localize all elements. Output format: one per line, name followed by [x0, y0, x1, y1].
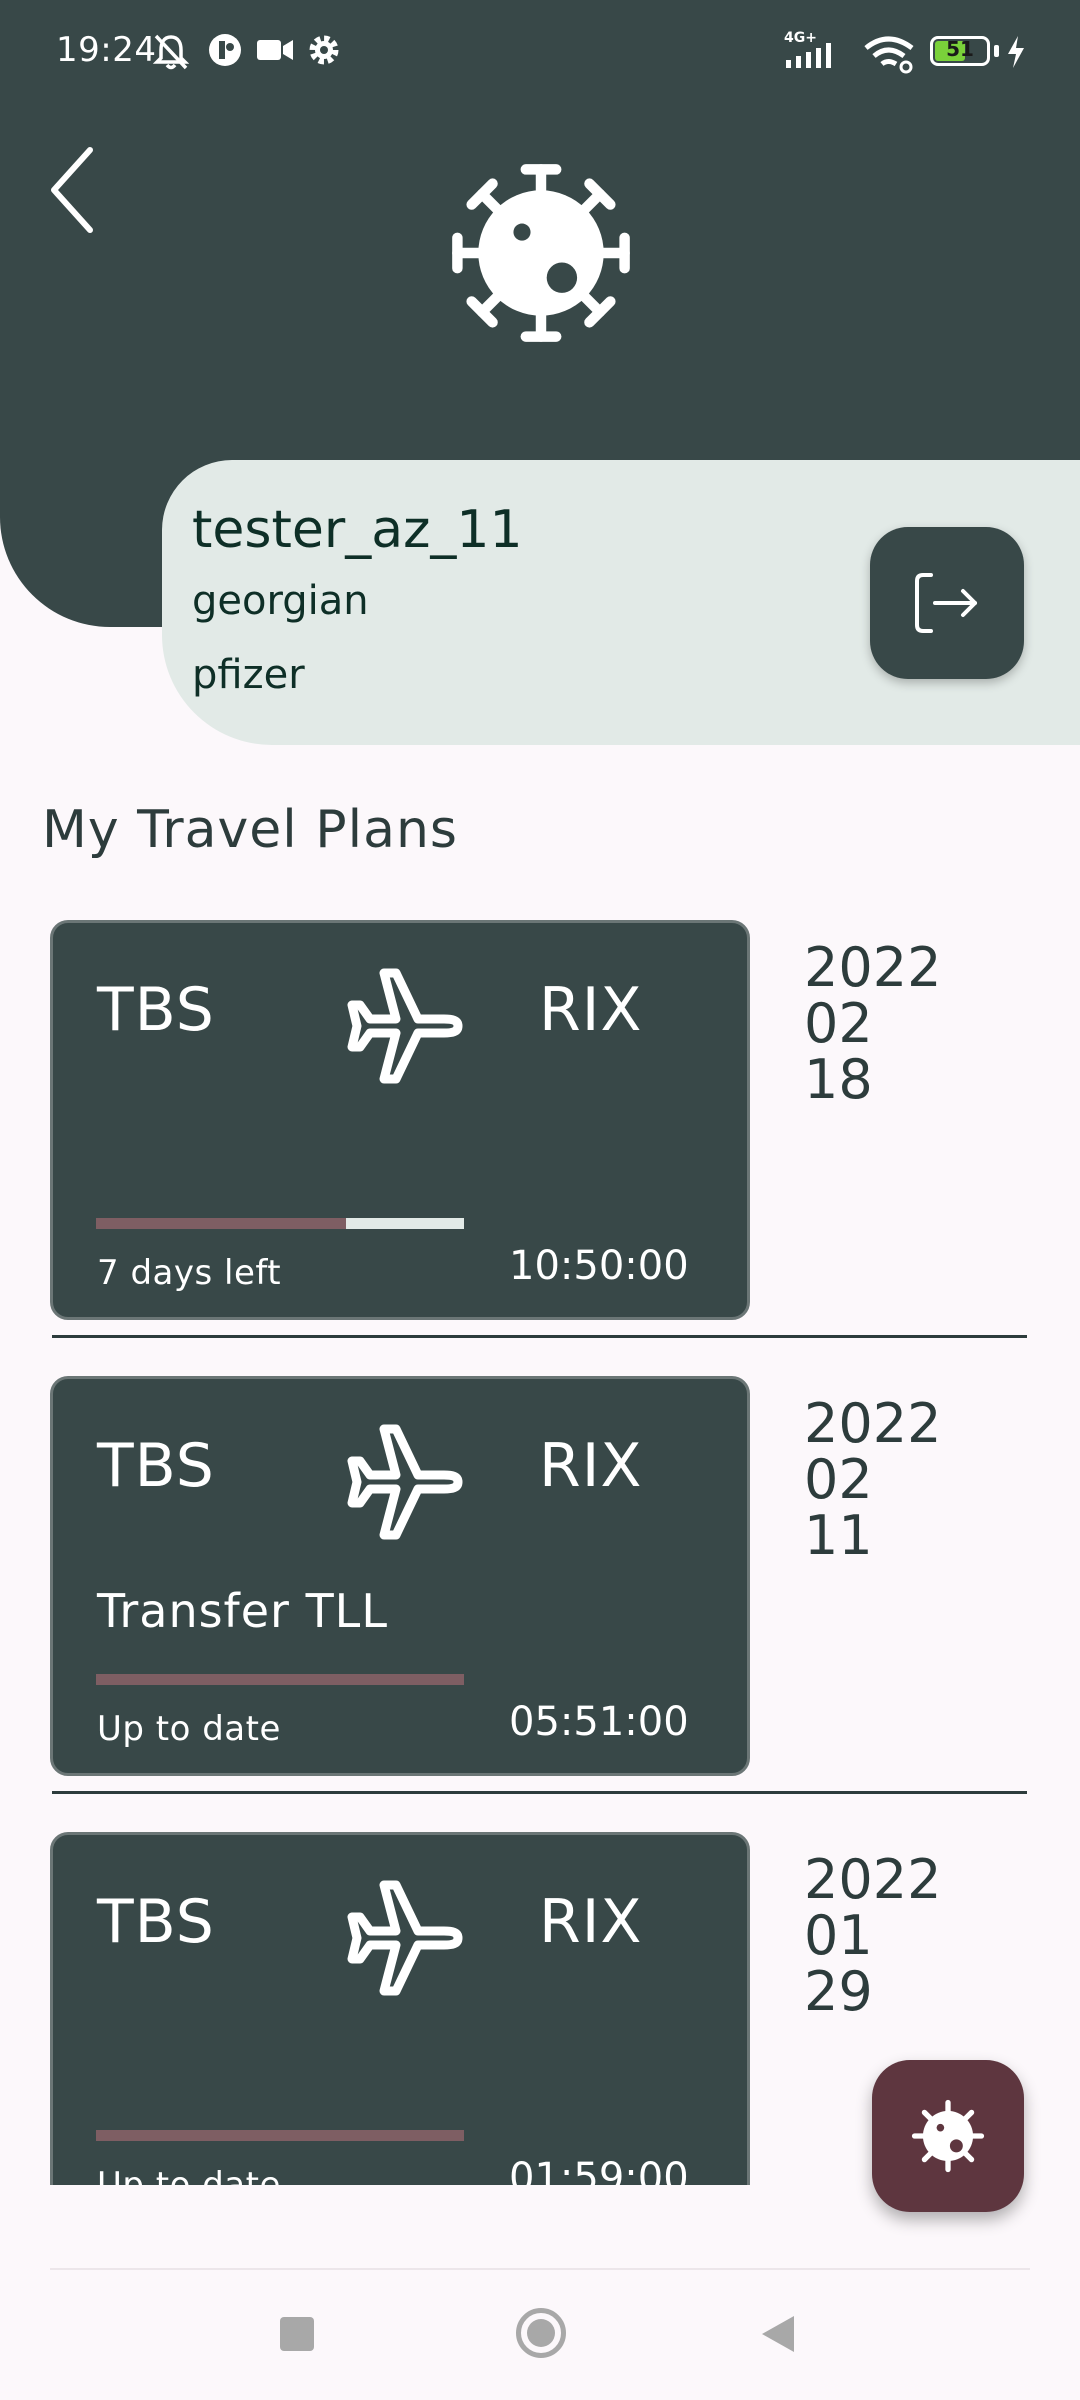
trip-date-year: 2022 [804, 1848, 942, 1911]
battery-icon: 51 [930, 36, 990, 66]
divider [52, 1791, 1027, 1794]
trip-date-month: 02 [804, 992, 873, 1055]
trip-date: 2022 02 11 [804, 1396, 941, 1564]
travel-plan-item[interactable]: TBS RIX Transfer TLL Up to date 05:51:00… [0, 1356, 1080, 1812]
trip-status: 7 days left [97, 1253, 282, 1293]
trip-date-month: 02 [804, 1448, 873, 1511]
status-time: 19:24 [56, 30, 157, 70]
nav-back-button[interactable] [760, 2314, 796, 2354]
trip-time: 10:50:00 [509, 1243, 689, 1289]
logout-icon [915, 573, 977, 633]
trip-date-day: 11 [804, 1504, 873, 1567]
logout-button[interactable] [870, 527, 1024, 679]
trip-progress-fill [96, 1674, 464, 1685]
trip-card[interactable]: TBS RIX Transfer TLL Up to date 05:51:00 [50, 1376, 750, 1776]
wifi-icon [864, 36, 914, 74]
user-vaccine: pfizer [192, 652, 305, 698]
trip-date: 2022 01 29 [804, 1852, 941, 2020]
trip-origin: TBS [97, 1887, 215, 1957]
virus-icon [911, 2099, 985, 2173]
trip-origin: TBS [97, 975, 215, 1045]
trip-date-day: 29 [804, 1960, 873, 2023]
trip-origin: TBS [97, 1431, 215, 1501]
trip-card[interactable]: TBS RIX 7 days left 10:50:00 [50, 920, 750, 1320]
battery-level: 51 [946, 37, 974, 61]
trip-progress-bar [96, 1674, 464, 1685]
bell-off-icon [152, 34, 190, 70]
trip-status: Up to date [97, 2165, 281, 2185]
airplane-icon [347, 1424, 463, 1540]
trip-date-day: 18 [804, 1048, 873, 1111]
trip-time: 01:59:00 [509, 2155, 689, 2185]
trip-date-month: 01 [804, 1904, 873, 1967]
trip-date-year: 2022 [804, 936, 942, 999]
divider [52, 1335, 1027, 1338]
recents-button[interactable] [280, 2317, 314, 2351]
trip-date-year: 2022 [804, 1392, 942, 1455]
trip-card[interactable]: TBS RIX Up to date 01:59:00 [50, 1832, 750, 2185]
divider [50, 2268, 1030, 2270]
gear-icon [309, 35, 339, 65]
username: tester_az_11 [192, 500, 523, 560]
trip-progress-bar [96, 2130, 464, 2141]
trip-progress-fill [96, 1218, 347, 1229]
trip-transfer: Transfer TLL [97, 1584, 388, 1638]
trip-date: 2022 02 18 [804, 940, 941, 1108]
charging-icon [1008, 36, 1024, 68]
section-title: My Travel Plans [42, 800, 458, 860]
virus-fab-button[interactable] [872, 2060, 1024, 2212]
home-button[interactable] [516, 2308, 566, 2358]
app-notification-icon [209, 34, 241, 66]
travel-plans-list[interactable]: TBS RIX 7 days left 10:50:00 2022 02 18 … [0, 900, 1080, 2185]
back-button[interactable] [44, 140, 104, 240]
trip-status: Up to date [97, 1709, 281, 1749]
trip-destination: RIX [539, 1431, 643, 1501]
airplane-icon [347, 1880, 463, 1996]
status-bar: 19:24 4G+ 51 [0, 0, 1080, 106]
user-profile-card: tester_az_11 georgian pfizer [162, 460, 1080, 745]
trip-progress-bar [96, 1218, 464, 1229]
trip-time: 05:51:00 [509, 1699, 689, 1745]
signal-icon [786, 43, 831, 68]
user-nationality: georgian [192, 578, 369, 624]
trip-progress-fill [96, 2130, 464, 2141]
airplane-icon [347, 968, 463, 1084]
travel-plan-item[interactable]: TBS RIX 7 days left 10:50:00 2022 02 18 [0, 900, 1080, 1356]
trip-destination: RIX [539, 975, 643, 1045]
trip-destination: RIX [539, 1887, 643, 1957]
video-camera-icon [257, 40, 293, 60]
virus-logo-icon [452, 164, 630, 342]
